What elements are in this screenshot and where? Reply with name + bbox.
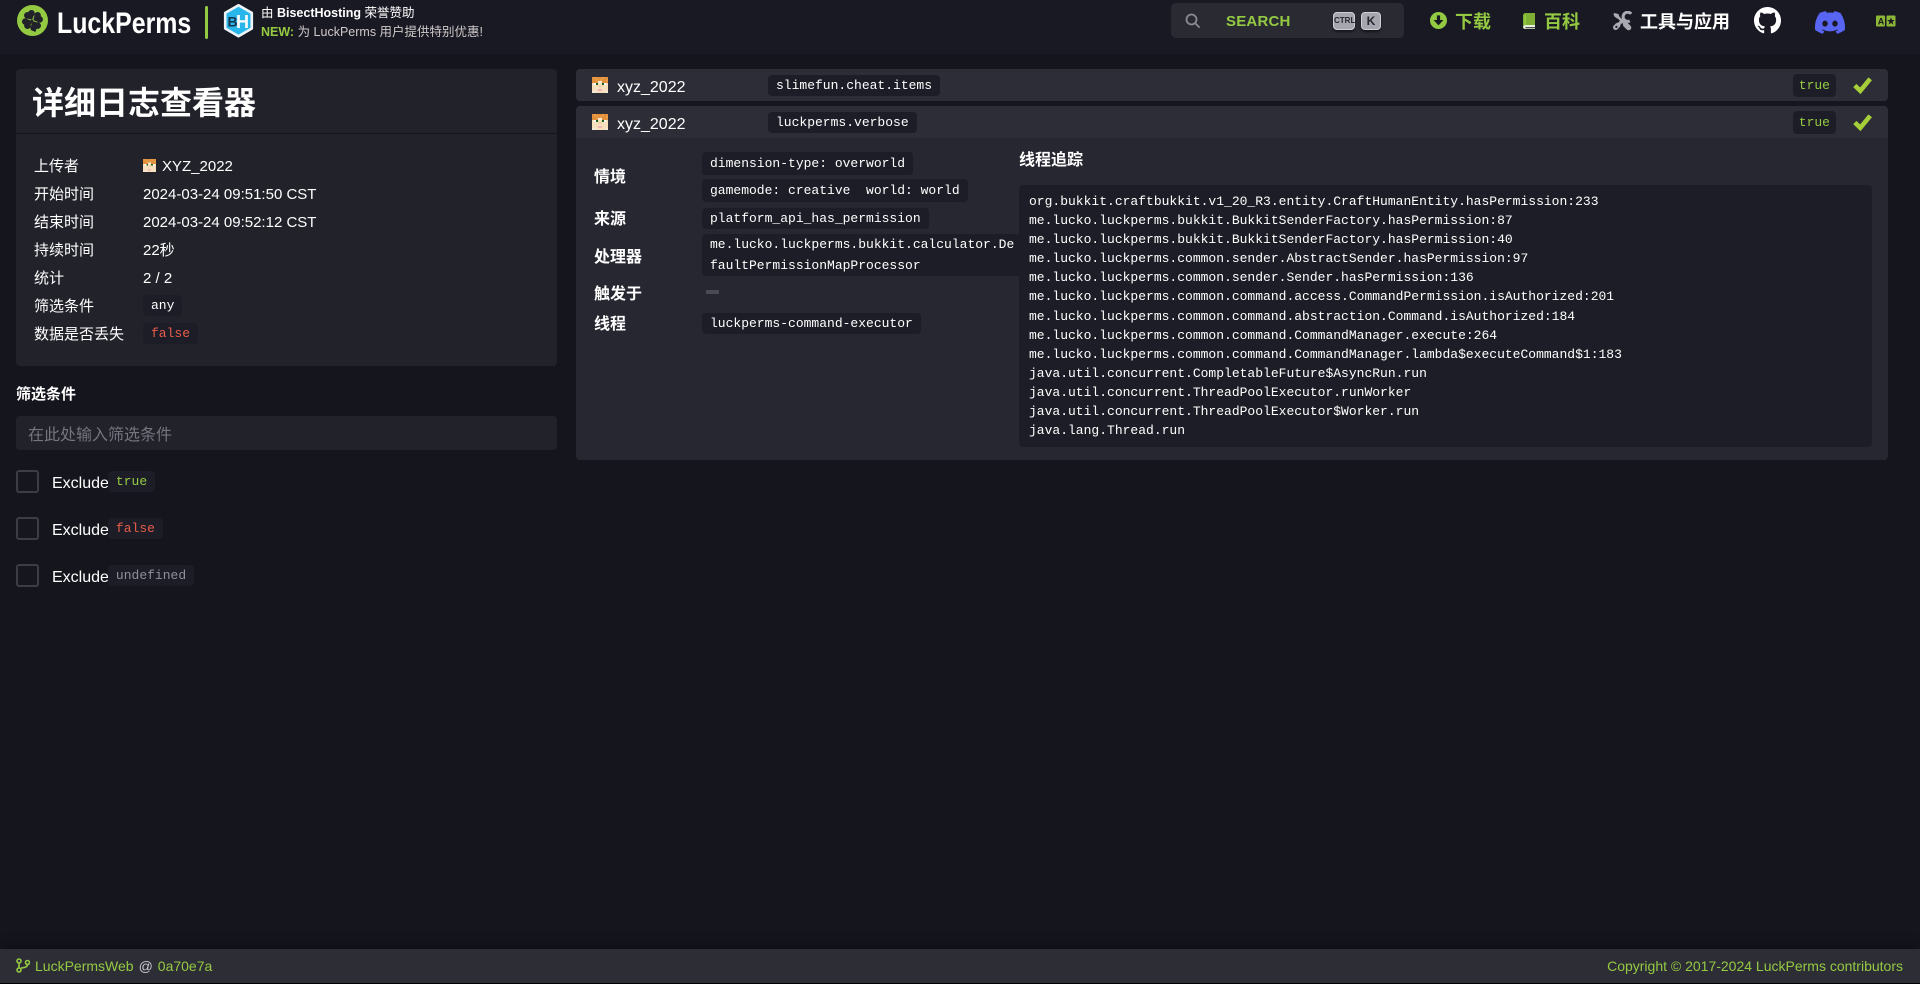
svg-text:H: H: [236, 12, 249, 32]
svg-text:A: A: [1878, 17, 1885, 27]
